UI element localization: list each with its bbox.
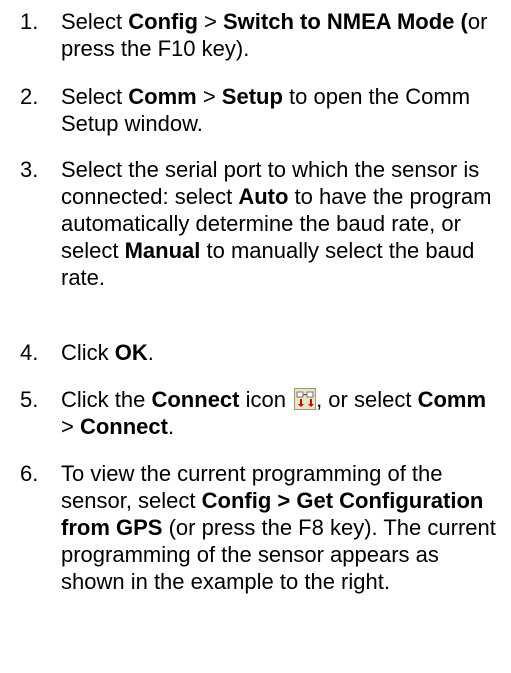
step-text-run: > bbox=[196, 84, 222, 109]
step-text-run: , or select bbox=[316, 387, 418, 412]
step-text: Click the Connect icon , or select Comm … bbox=[61, 386, 501, 440]
step-text: Select the serial port to which the sens… bbox=[61, 156, 501, 291]
step-text-run: icon bbox=[239, 387, 293, 412]
step-text-run: > bbox=[197, 9, 223, 34]
step-number: 5. bbox=[20, 387, 39, 412]
bold-term: Connect bbox=[79, 414, 168, 439]
step-text-run: Click bbox=[61, 340, 115, 365]
step-number: 1. bbox=[20, 9, 39, 34]
step-text-run: > bbox=[61, 414, 80, 439]
step-number: 2. bbox=[20, 84, 39, 109]
bold-term: Switch to NMEA Mode ( bbox=[223, 9, 468, 34]
bold-term: Comm bbox=[417, 387, 487, 412]
step-text-run: Select bbox=[61, 9, 129, 34]
bold-term: Manual bbox=[124, 238, 201, 263]
bold-term: Connect bbox=[151, 387, 240, 412]
bold-term: Setup bbox=[221, 84, 283, 109]
bold-term: Auto bbox=[238, 184, 289, 209]
step-number: 6. bbox=[20, 461, 39, 486]
connect-icon bbox=[294, 388, 317, 410]
step-text-run: . bbox=[167, 414, 175, 439]
step-text: To view the current programming of the s… bbox=[61, 460, 501, 595]
step-text: Select Comm > Setup to open the Comm Set… bbox=[61, 83, 501, 137]
step-text-run: Click the bbox=[61, 387, 152, 412]
bold-term: Config bbox=[128, 9, 198, 34]
step-text: Select Config > Switch to NMEA Mode (or … bbox=[61, 8, 501, 62]
bold-term: Comm bbox=[128, 84, 197, 109]
step-text-run: . bbox=[147, 340, 154, 365]
step-text-run: Select bbox=[61, 84, 129, 109]
step-number: 4. bbox=[20, 340, 39, 365]
bold-term: OK bbox=[114, 340, 148, 365]
step-number: 3. bbox=[20, 157, 39, 182]
step-text: Click OK. bbox=[61, 339, 501, 366]
